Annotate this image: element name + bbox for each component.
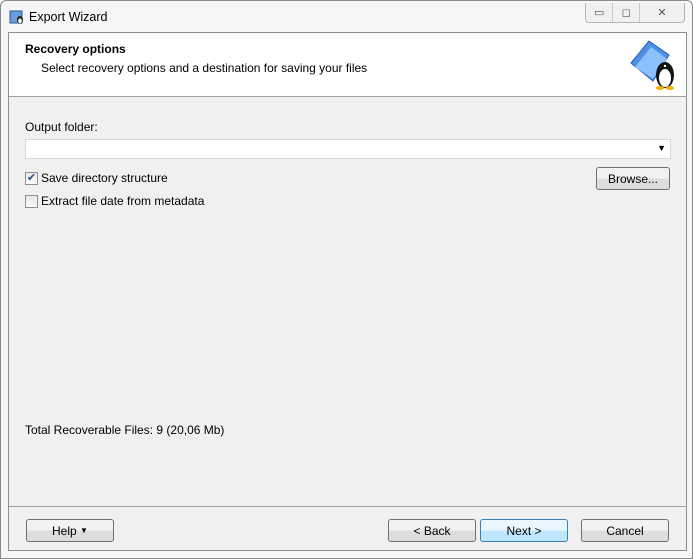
page-subtitle: Select recovery options and a destinatio… [41, 61, 368, 75]
chevron-down-icon[interactable]: ▼ [657, 143, 666, 153]
minimize-button[interactable]: ▭ [586, 3, 614, 22]
total-recoverable-files: Total Recoverable Files: 9 (20,06 Mb) [25, 423, 225, 437]
export-wizard-window: Export Wizard ▭ ◻ ✕ Recovery options Sel… [0, 0, 693, 559]
checkbox-unchecked-icon[interactable] [25, 194, 38, 208]
page-title: Recovery options [25, 42, 126, 56]
app-icon [9, 10, 23, 24]
caret-down-icon: ▼ [80, 526, 88, 535]
save-directory-structure-label: Save directory structure [41, 171, 168, 185]
maximize-button[interactable]: ◻ [613, 3, 640, 22]
help-button[interactable]: Help ▼ [26, 519, 114, 542]
window-controls: ▭ ◻ ✕ [585, 3, 685, 23]
folder-penguin-icon [630, 40, 674, 90]
close-icon: ✕ [657, 7, 667, 19]
wizard-panel: Recovery options Select recovery options… [8, 32, 687, 551]
output-folder-combobox[interactable]: ▼ [25, 139, 671, 159]
cancel-button[interactable]: Cancel [581, 519, 669, 542]
next-button[interactable]: Next > [480, 519, 568, 542]
minimize-icon: ▭ [594, 7, 605, 19]
close-button[interactable]: ✕ [640, 3, 684, 22]
footer-divider [9, 506, 686, 507]
window-title: Export Wizard [29, 10, 108, 24]
browse-button[interactable]: Browse... [596, 167, 670, 190]
save-directory-structure-checkbox[interactable]: ✔ Save directory structure [25, 171, 168, 185]
maximize-icon: ◻ [621, 7, 631, 19]
back-button[interactable]: < Back [388, 519, 476, 542]
extract-file-date-checkbox[interactable]: Extract file date from metadata [25, 194, 204, 208]
wizard-header: Recovery options Select recovery options… [9, 33, 686, 97]
checkbox-checked-icon[interactable]: ✔ [25, 171, 38, 185]
output-folder-label: Output folder: [25, 120, 98, 134]
extract-file-date-label: Extract file date from metadata [41, 194, 205, 208]
help-label: Help [52, 523, 77, 538]
